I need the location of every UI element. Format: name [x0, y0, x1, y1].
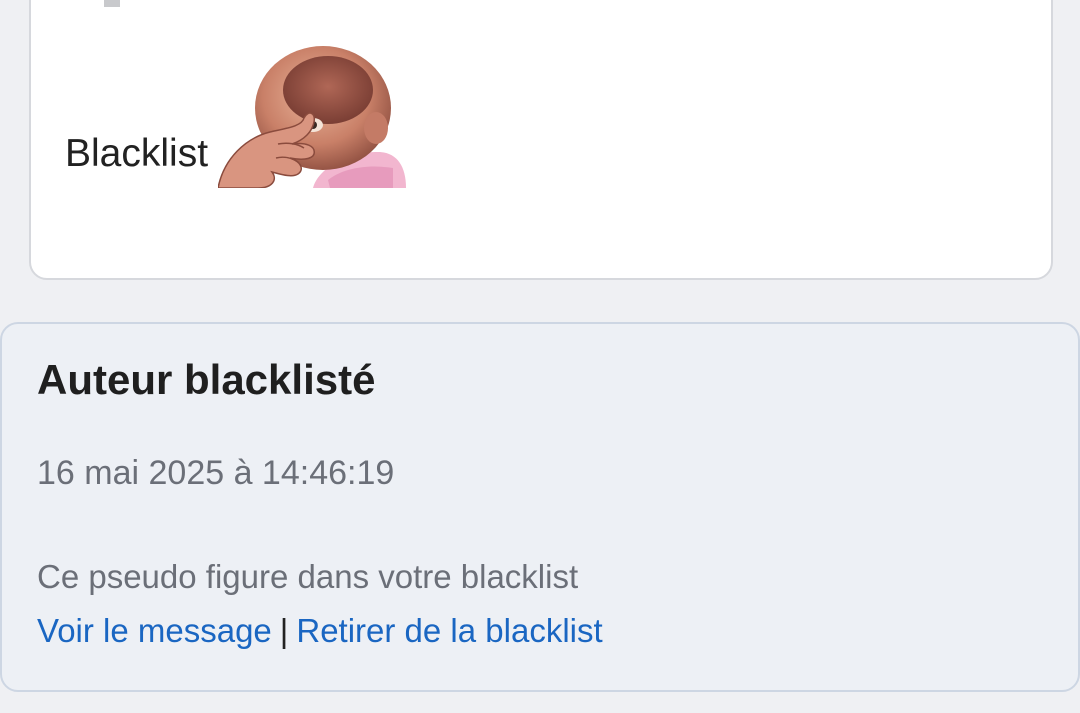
view-message-link[interactable]: Voir le message	[37, 612, 272, 649]
notice-actions: Voir le message | Retirer de la blacklist	[37, 612, 603, 650]
message-text: Blacklist	[65, 132, 209, 175]
blacklisted-author-notice: Auteur blacklisté 16 mai 2025 à 14:46:19…	[0, 322, 1080, 692]
notice-description: Ce pseudo figure dans votre blacklist	[37, 558, 579, 595]
message-card: Blacklist	[29, 0, 1053, 280]
message-timestamp: 16 mai 2025 à 14:46:19	[37, 454, 395, 492]
link-separator: |	[279, 612, 289, 649]
facepalm-baby-sticker-icon	[218, 46, 407, 188]
remove-from-blacklist-link[interactable]: Retirer de la blacklist	[296, 612, 602, 649]
notice-title: Auteur blacklisté	[37, 356, 376, 403]
message-body: Blacklist	[65, 40, 407, 188]
cropped-content-fragment	[104, 0, 120, 7]
